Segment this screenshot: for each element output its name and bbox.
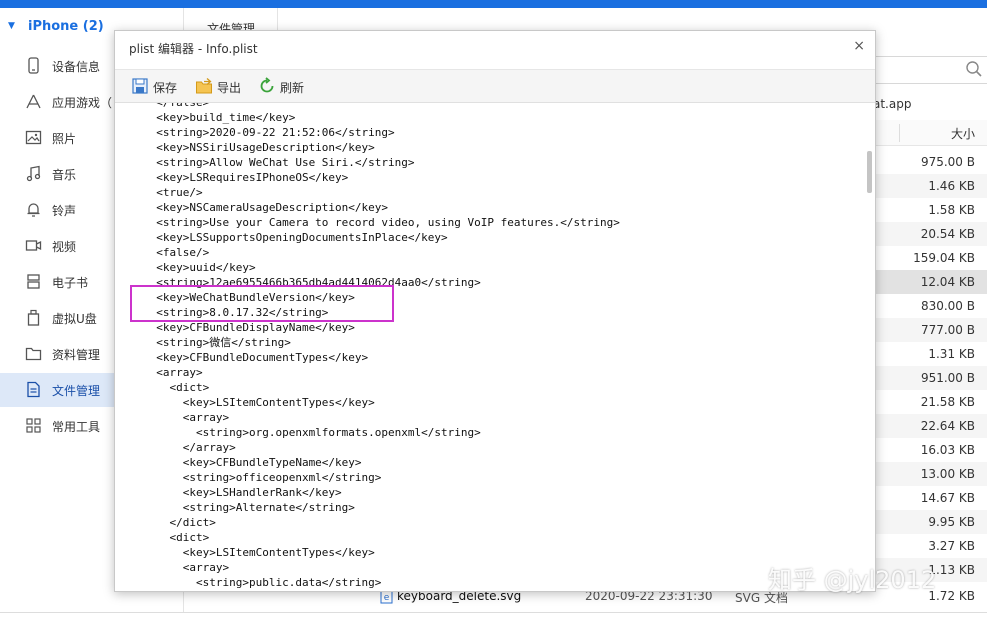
sidebar-item-label: 应用游戏（ (52, 96, 113, 110)
table-row[interactable]: 13.00 KB (875, 462, 987, 486)
highlight-annotation-box (130, 285, 394, 322)
search-icon[interactable] (965, 60, 983, 78)
table-row[interactable]: 830.00 B (875, 294, 987, 318)
sidebar-item-label: 常用工具 (52, 420, 101, 434)
watermark: 知乎 @jyl2012 (768, 566, 937, 594)
table-row[interactable]: 16.03 KB (875, 438, 987, 462)
code-line: <false/> (143, 246, 210, 259)
code-line: <string>officeopenxml</string> (143, 471, 382, 484)
sidebar-item-label: 文件管理 (52, 384, 101, 398)
code-line: <key>CFBundleDisplayName</key> (143, 321, 355, 334)
table-row[interactable]: 22.64 KB (875, 414, 987, 438)
code-line: <key>NSCameraUsageDescription</key> (143, 201, 389, 214)
sidebar-item-label: 设备信息 (52, 60, 101, 74)
table-row[interactable]: 159.04 KB (875, 246, 987, 270)
status-divider (0, 612, 987, 613)
table-row[interactable]: 21.58 KB (875, 390, 987, 414)
code-line: </array> (143, 441, 236, 454)
svg-text:e: e (384, 593, 390, 603)
table-row[interactable]: 9.95 KB (875, 510, 987, 534)
usb-icon (27, 309, 40, 326)
export-button[interactable]: 导出 (195, 75, 247, 97)
code-line: <array> (143, 366, 203, 379)
column-header-label: 大小 (950, 127, 975, 141)
code-line: <key>CFBundleTypeName</key> (143, 456, 362, 469)
code-line: </dict> (143, 516, 216, 529)
table-row[interactable]: 14.67 KB (875, 486, 987, 510)
code-line: </false> (143, 103, 209, 110)
code-line: <dict> (143, 381, 210, 394)
refresh-label: 刷新 (280, 81, 305, 95)
sidebar-item-label: 铃声 (52, 204, 77, 218)
export-icon (196, 78, 212, 94)
code-line: <true/> (143, 186, 203, 199)
code-line: <key>NSSiriUsageDescription</key> (143, 141, 375, 154)
grid-icon (26, 418, 41, 433)
table-row[interactable]: 777.00 B (875, 318, 987, 342)
code-line: <string>2020-09-22 21:52:06</string> (143, 126, 395, 139)
code-line: <key>LSHandlerRank</key> (143, 486, 342, 499)
code-line: <string>微信</string> (143, 336, 291, 349)
code-line: <string>Allow WeChat Use Siri.</string> (143, 156, 415, 169)
table-row[interactable]: 1.46 KB (875, 174, 987, 198)
code-line: <array> (143, 561, 230, 574)
bell-icon (27, 203, 40, 217)
sidebar-item-label: 音乐 (52, 168, 77, 182)
code-line: <dict> (143, 531, 210, 544)
device-name: iPhone (2) (28, 19, 104, 34)
table-row[interactable]: 975.00 B (875, 150, 987, 174)
close-icon[interactable]: × (853, 38, 865, 54)
file-size-list: 975.00 B 1.46 KB 1.58 KB 20.54 KB 159.04… (875, 150, 987, 582)
table-row[interactable]: 1.31 KB (875, 342, 987, 366)
editor-toolbar: 保存 导出 刷新 (115, 69, 875, 103)
code-line: <string>Use your Camera to record video,… (143, 216, 620, 229)
code-line: <key>LSSupportsOpeningDocumentsInPlace</… (143, 231, 448, 244)
code-line: <string>org.openxmlformats.openxml</stri… (143, 426, 481, 439)
table-row[interactable]: 12.04 KB (875, 270, 987, 294)
book-icon (27, 274, 40, 289)
code-line: <array> (143, 411, 230, 424)
file-icon (27, 381, 40, 398)
code-line: <key>LSItemContentTypes</key> (143, 546, 375, 559)
save-icon (132, 78, 148, 94)
export-label: 导出 (217, 81, 242, 95)
code-line: <string>Alternate</string> (143, 501, 355, 514)
refresh-icon (260, 77, 274, 93)
code-line: <key>CFBundleDocumentTypes</key> (143, 351, 369, 364)
code-line: <key>LSItemContentTypes</key> (143, 396, 375, 409)
folder-icon (25, 347, 42, 361)
top-accent-bar (0, 0, 987, 8)
music-icon (26, 165, 41, 182)
save-label: 保存 (153, 81, 178, 95)
save-button[interactable]: 保存 (131, 75, 183, 97)
dialog-title: plist 编辑器 - Info.plist (129, 42, 258, 56)
sidebar-item-label: 虚拟U盘 (52, 312, 97, 326)
vertical-scrollbar[interactable] (867, 151, 872, 193)
sidebar-item-label: 视频 (52, 240, 77, 254)
table-row[interactable]: 20.54 KB (875, 222, 987, 246)
sidebar-item-label: 照片 (52, 132, 77, 146)
caret-down-icon: ▼ (8, 21, 15, 31)
code-line: <key>build_time</key> (143, 111, 296, 124)
code-line: <key>LSRequiresIPhoneOS</key> (143, 171, 349, 184)
sidebar-item-label: 电子书 (52, 276, 89, 290)
video-icon (25, 240, 42, 251)
apps-icon (26, 94, 41, 109)
phone-icon (28, 57, 39, 74)
column-separator (899, 124, 900, 142)
refresh-button[interactable]: 刷新 (258, 75, 310, 97)
column-header-size[interactable]: 大小 (875, 120, 987, 146)
sidebar-item-label: 资料管理 (52, 348, 101, 362)
table-row[interactable]: 951.00 B (875, 366, 987, 390)
code-line: <string>public.data</string> (143, 576, 382, 589)
code-line: <key>uuid</key> (143, 261, 256, 274)
plist-text-editor[interactable]: </false> <key>build_time</key> <string>2… (115, 103, 875, 591)
table-row[interactable]: 3.27 KB (875, 534, 987, 558)
table-row[interactable]: 1.58 KB (875, 198, 987, 222)
current-path: at.app (873, 97, 912, 111)
image-icon (25, 130, 42, 145)
